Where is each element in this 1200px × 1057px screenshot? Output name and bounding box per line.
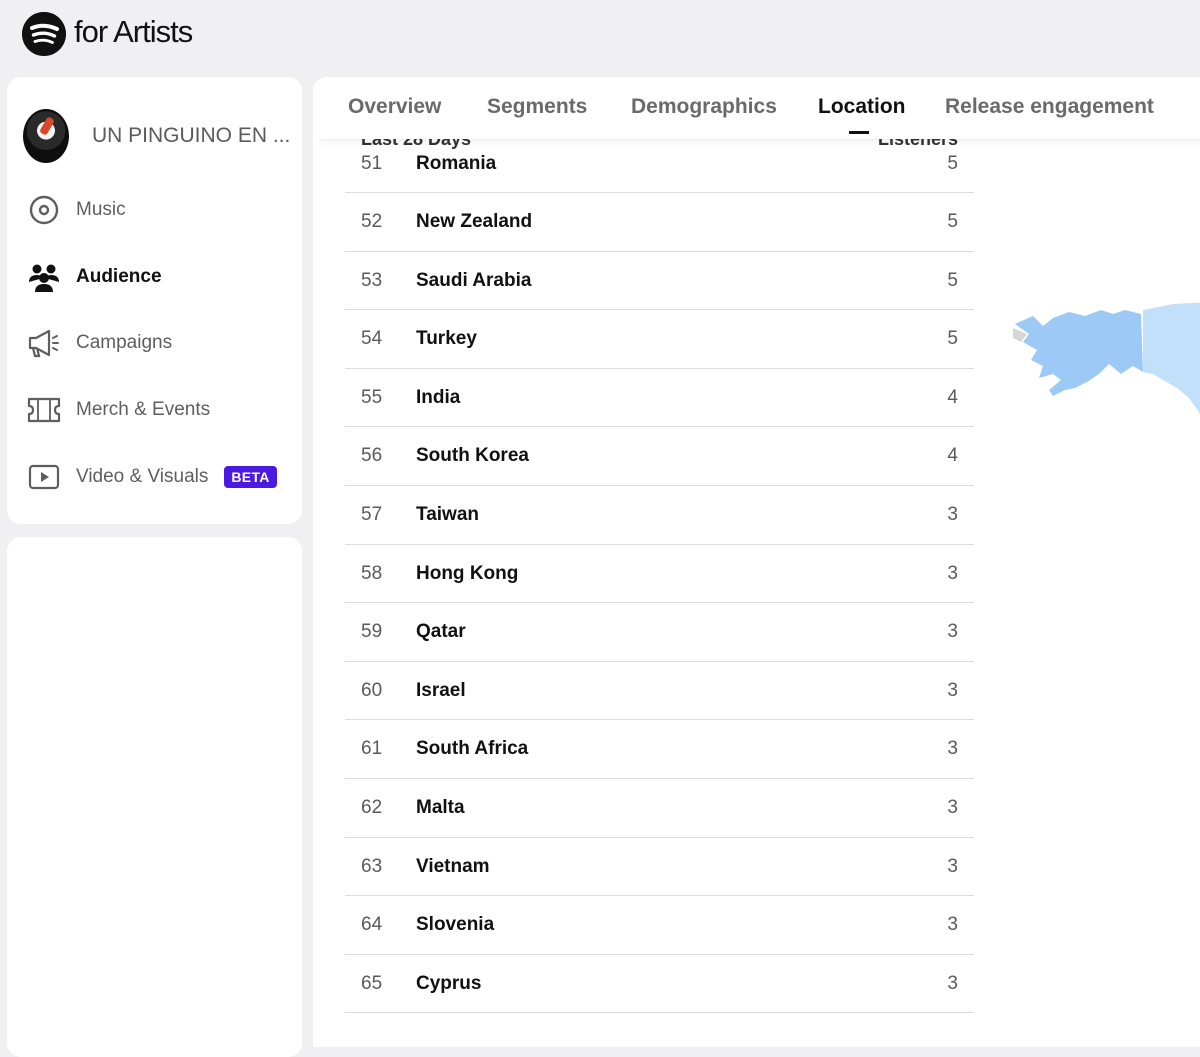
row-listeners: 5 — [947, 211, 958, 232]
tab-location[interactable]: Location — [818, 95, 906, 119]
people-icon — [27, 260, 61, 294]
row-country: Saudi Arabia — [416, 269, 532, 291]
beta-badge: BETA — [224, 466, 277, 488]
table-row[interactable]: 56 South Korea 4 — [345, 427, 974, 486]
main-panel: Last 28 Days Listeners 51 Romania 5 52 N… — [313, 77, 1200, 1047]
row-listeners: 4 — [947, 445, 958, 467]
row-rank: 52 — [361, 211, 383, 232]
row-country: South Africa — [416, 738, 529, 760]
row-listeners: 5 — [947, 269, 958, 291]
row-rank: 55 — [361, 386, 383, 408]
row-rank: 51 — [361, 153, 383, 174]
map-region-canada[interactable] — [1143, 302, 1200, 442]
row-listeners: 3 — [947, 503, 958, 525]
artist-switcher[interactable]: UN PINGUINO EN ... — [23, 108, 293, 164]
sidebar-item-label: Audience — [76, 266, 162, 287]
sidebar-item-campaigns[interactable]: Campaigns — [27, 323, 297, 363]
row-country: Hong Kong — [416, 562, 519, 584]
table-row[interactable]: 59 Qatar 3 — [345, 603, 974, 662]
table-row[interactable]: 54 Turkey 5 — [345, 310, 974, 369]
row-listeners: 3 — [947, 679, 958, 701]
tab-overview[interactable]: Overview — [348, 95, 441, 119]
row-rank: 59 — [361, 621, 383, 643]
table-row[interactable]: 53 Saudi Arabia 5 — [345, 252, 974, 311]
row-country: Qatar — [416, 621, 466, 643]
row-country: Romania — [416, 153, 497, 174]
row-country: South Korea — [416, 445, 529, 467]
country-table: 51 Romania 5 52 New Zealand 5 53 Saudi A… — [345, 135, 974, 1014]
tab-bar: Overview Segments Demographics Location … — [313, 77, 1200, 139]
row-country: Slovenia — [416, 914, 495, 936]
row-country: Vietnam — [416, 855, 490, 877]
sidebar-item-label: Music — [76, 199, 126, 220]
table-row[interactable]: 58 Hong Kong 3 — [345, 545, 974, 604]
tab-demographics[interactable]: Demographics — [631, 95, 777, 119]
row-rank: 65 — [361, 972, 383, 994]
table-row[interactable]: 65 Cyprus 3 — [345, 955, 974, 1014]
sidebar-item-label: Video & Visuals — [76, 466, 209, 487]
row-listeners: 3 — [947, 855, 958, 877]
row-listeners: 3 — [947, 796, 958, 818]
top-bar: for Artists — [0, 0, 1200, 76]
sidebar: UN PINGUINO EN ... Music Audience Campai… — [7, 77, 302, 524]
table-row[interactable]: 55 India 4 — [345, 369, 974, 428]
active-tab-indicator — [849, 131, 869, 134]
sidebar-item-audience[interactable]: Audience — [27, 257, 297, 297]
table-row[interactable]: 52 New Zealand 5 — [345, 193, 974, 252]
row-rank: 63 — [361, 855, 383, 877]
video-icon — [27, 460, 61, 494]
row-listeners: 5 — [947, 153, 958, 174]
row-country: Turkey — [416, 328, 477, 350]
row-rank: 56 — [361, 445, 383, 467]
sidebar-item-music[interactable]: Music — [27, 190, 297, 230]
row-country: Taiwan — [416, 503, 479, 525]
brand-text[interactable]: for Artists — [74, 14, 193, 50]
row-listeners: 5 — [947, 328, 958, 350]
row-country: Israel — [416, 679, 466, 701]
table-row[interactable]: 63 Vietnam 3 — [345, 838, 974, 897]
sidebar-item-merch-events[interactable]: Merch & Events — [27, 390, 297, 430]
megaphone-icon — [27, 326, 61, 360]
row-rank: 58 — [361, 562, 383, 584]
sidebar-secondary-panel — [7, 537, 302, 1057]
ticket-icon — [27, 393, 61, 427]
row-rank: 62 — [361, 796, 383, 818]
row-listeners: 3 — [947, 621, 958, 643]
map-region-alaska[interactable] — [1015, 310, 1143, 396]
row-rank: 54 — [361, 328, 383, 350]
spotify-logo-icon[interactable] — [22, 12, 66, 56]
row-country: India — [416, 386, 461, 408]
sidebar-item-label: Merch & Events — [76, 399, 211, 420]
row-country: Cyprus — [416, 972, 482, 994]
row-listeners: 3 — [947, 562, 958, 584]
sidebar-item-video-visuals[interactable]: Video & Visuals BETA — [27, 457, 297, 497]
row-listeners: 4 — [947, 386, 958, 408]
row-rank: 64 — [361, 914, 383, 936]
sidebar-item-label: Campaigns — [76, 332, 173, 353]
disc-icon — [27, 193, 61, 227]
table-row[interactable]: 60 Israel 3 — [345, 662, 974, 721]
table-row[interactable]: 51 Romania 5 — [345, 135, 974, 193]
table-row[interactable]: 57 Taiwan 3 — [345, 486, 974, 545]
row-rank: 60 — [361, 679, 383, 701]
table-row[interactable]: 64 Slovenia 3 — [345, 896, 974, 955]
avatar — [23, 109, 69, 163]
row-listeners: 3 — [947, 972, 958, 994]
row-listeners: 3 — [947, 914, 958, 936]
tab-segments[interactable]: Segments — [487, 95, 587, 119]
artist-name: UN PINGUINO EN ... — [92, 124, 291, 147]
tab-release-engagement[interactable]: Release engagement — [945, 95, 1154, 119]
listener-map[interactable] — [1013, 302, 1200, 562]
row-rank: 61 — [361, 738, 383, 760]
row-rank: 53 — [361, 269, 383, 291]
row-country: New Zealand — [416, 211, 533, 232]
table-row[interactable]: 62 Malta 3 — [345, 779, 974, 838]
row-country: Malta — [416, 796, 465, 818]
table-row[interactable]: 61 South Africa 3 — [345, 720, 974, 779]
row-rank: 57 — [361, 503, 383, 525]
row-listeners: 3 — [947, 738, 958, 760]
